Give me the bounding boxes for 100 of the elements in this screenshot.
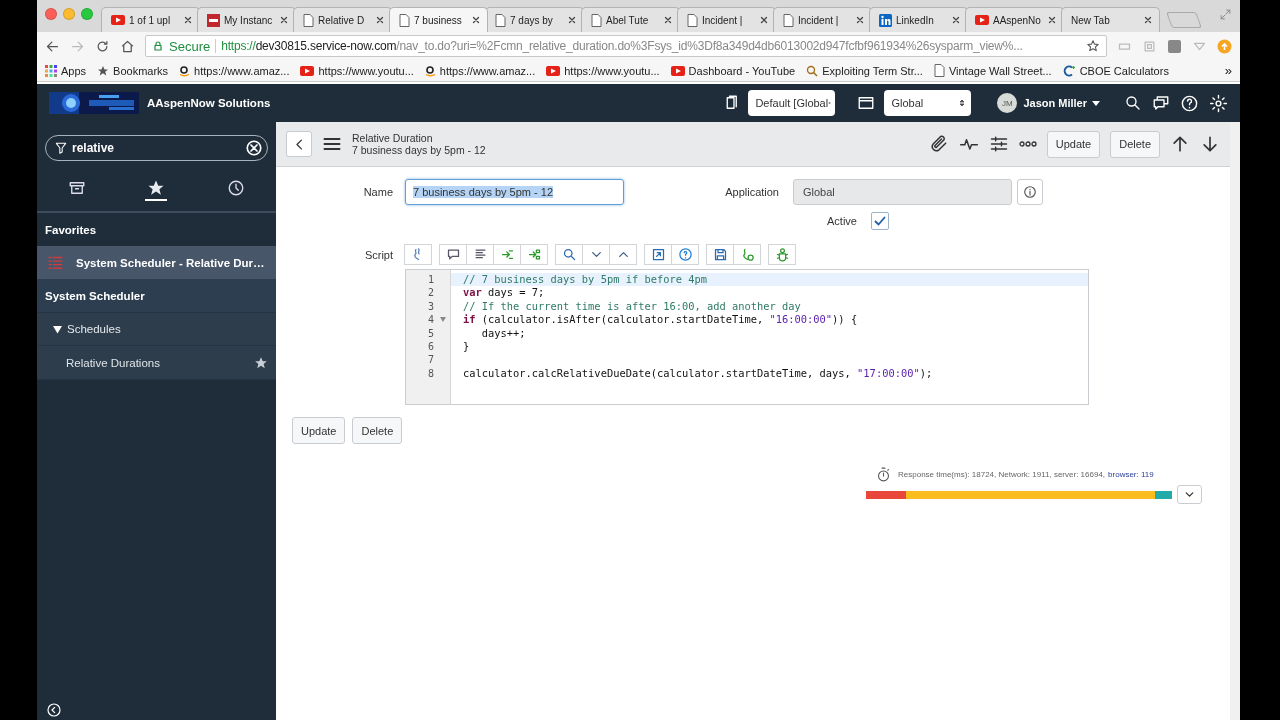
search-icon xyxy=(1124,94,1142,112)
browser-tab[interactable]: 7 days by xyxy=(485,7,584,32)
browser-tab[interactable]: LinkedIn xyxy=(869,7,968,32)
info-button[interactable] xyxy=(1017,179,1043,205)
bookmark-link[interactable]: Apps xyxy=(45,64,87,77)
address-field[interactable]: Secure https://dev30815.service-now.com/nav_to.do?uri=%2Fcmn_relative_duration.do%3Fsys_id%3Df8a349d4db6013002d947fcfbf961934%26sysparm_view%... xyxy=(145,35,1107,57)
company-name: AAspenNow Solutions xyxy=(147,97,271,109)
editor-tool-button[interactable] xyxy=(466,244,494,265)
editor-tool-button[interactable] xyxy=(439,244,467,265)
code-line: days++; xyxy=(480,326,526,339)
active-checkbox[interactable] xyxy=(871,212,889,230)
close-icon xyxy=(471,15,481,25)
more-icon xyxy=(1018,141,1037,147)
user-avatar[interactable]: JM xyxy=(997,93,1018,113)
search-icon xyxy=(806,64,819,77)
editor-tool-button[interactable] xyxy=(644,244,672,265)
browser-tab[interactable]: Incident | xyxy=(677,7,776,32)
bookmark-link[interactable]: Exploiting Term Str... xyxy=(806,64,923,77)
close-icon xyxy=(951,15,961,25)
favorite-item[interactable]: System Scheduler - Relative Dur… xyxy=(37,246,276,279)
editor-tool-button[interactable] xyxy=(733,244,761,265)
chat-icon xyxy=(1152,94,1170,112)
fold-icon xyxy=(440,317,446,323)
bookmark-link[interactable]: Dashboard - YouTube xyxy=(670,64,796,77)
help-icon xyxy=(677,247,693,262)
module-section[interactable]: Schedules xyxy=(37,313,276,346)
browser-time-link[interactable]: browser: 119 xyxy=(1108,470,1154,479)
editor-tool-button[interactable] xyxy=(555,244,583,265)
line-number: 6 xyxy=(427,339,434,354)
line-number: 2 xyxy=(427,286,434,300)
filter-icon xyxy=(54,141,68,155)
bookmark-link[interactable]: https://www.youtu... xyxy=(300,64,414,77)
delete-button[interactable]: Delete xyxy=(1110,130,1160,158)
code-line: if (calculator.isAfter(calculator.startDateTime, "16:00:00")) { xyxy=(463,313,858,326)
close-window-button[interactable] xyxy=(45,8,57,20)
browser-tab[interactable]: Abel Tute xyxy=(581,7,680,32)
line-number: 3 xyxy=(427,299,434,314)
browser-tab[interactable]: New Tab xyxy=(1061,7,1160,32)
update-set-select[interactable]: Default [Global xyxy=(748,90,836,116)
field-label: Active xyxy=(826,215,858,227)
search-icon xyxy=(561,247,577,262)
module-link[interactable]: Relative Durations xyxy=(37,346,276,380)
browser-tab[interactable]: Incident | xyxy=(773,7,872,32)
editor-tool-button[interactable] xyxy=(706,244,734,265)
update-button[interactable]: Update xyxy=(1046,130,1101,158)
browser-tab[interactable]: Relative D xyxy=(293,7,392,32)
bookmark-link[interactable]: https://www.youtu... xyxy=(546,64,660,77)
star-icon xyxy=(254,355,268,370)
app-icon xyxy=(207,13,220,27)
line-number: 5 xyxy=(427,326,434,340)
browser-tab[interactable]: 7 business xyxy=(389,7,488,32)
apps-grid-icon xyxy=(45,64,57,77)
update-button[interactable]: Update xyxy=(292,417,346,444)
browser-tab[interactable]: 1 of 1 upl xyxy=(101,7,200,32)
code-line: } xyxy=(463,339,470,352)
collapse-navigator-button[interactable] xyxy=(46,702,62,718)
close-icon xyxy=(663,15,673,25)
collapse-icon xyxy=(46,702,62,718)
application-scope-select[interactable]: Global xyxy=(884,90,972,116)
bookmark-link[interactable]: Vintage Wall Street... xyxy=(933,64,1052,77)
browser-tab[interactable]: AAspenNo xyxy=(965,7,1064,32)
paperclip-icon xyxy=(928,134,949,154)
browser-tab[interactable]: My Instanc xyxy=(197,7,296,32)
code-line: // 7 business days by 5pm if before 4pm xyxy=(463,273,707,285)
editor-tool-button[interactable] xyxy=(768,244,796,265)
bug-icon xyxy=(774,247,790,262)
user-menu[interactable]: Jason Miller xyxy=(1023,97,1100,109)
application-menu-heading[interactable]: System Scheduler xyxy=(37,279,276,313)
reload-icon xyxy=(95,38,110,54)
more-bookmarks-button[interactable]: » xyxy=(1224,63,1232,78)
close-icon xyxy=(1143,15,1153,25)
save-icon xyxy=(712,247,728,262)
extension-icon xyxy=(1142,38,1157,54)
editor-tool-button[interactable] xyxy=(671,244,699,265)
expand-button[interactable] xyxy=(1177,485,1202,504)
caret-icon xyxy=(1092,100,1100,106)
code-line: var days = 7; xyxy=(463,286,545,299)
close-icon xyxy=(759,15,769,25)
clear-icon xyxy=(245,139,263,157)
name-field[interactable]: 7 business days by 5pm - 12 xyxy=(405,179,624,205)
script-editor[interactable] xyxy=(405,269,1089,405)
application-field: Global xyxy=(793,179,1012,205)
field-label: Name xyxy=(362,186,394,198)
editor-tool-button[interactable] xyxy=(520,244,548,265)
bookmark-link[interactable]: https://www.amaz... xyxy=(179,64,290,77)
back-button[interactable] xyxy=(286,131,312,157)
arrow-down-icon xyxy=(1200,134,1220,154)
page-icon xyxy=(783,13,794,27)
bookmark-link[interactable]: https://www.amaz... xyxy=(424,64,536,77)
lock-icon xyxy=(152,40,164,52)
delete-button[interactable]: Delete xyxy=(352,417,403,444)
star-icon xyxy=(97,64,110,77)
bookmark-link[interactable]: CBOE Calculators xyxy=(1062,64,1169,77)
update-icon xyxy=(1217,38,1232,54)
replace-icon xyxy=(499,247,515,262)
bookmark-link[interactable]: Bookmarks xyxy=(97,64,169,77)
replace-all-icon xyxy=(526,247,542,262)
line-number: 4 xyxy=(427,313,434,327)
editor-tool-button[interactable] xyxy=(493,244,521,265)
field-label: Script xyxy=(363,248,394,261)
